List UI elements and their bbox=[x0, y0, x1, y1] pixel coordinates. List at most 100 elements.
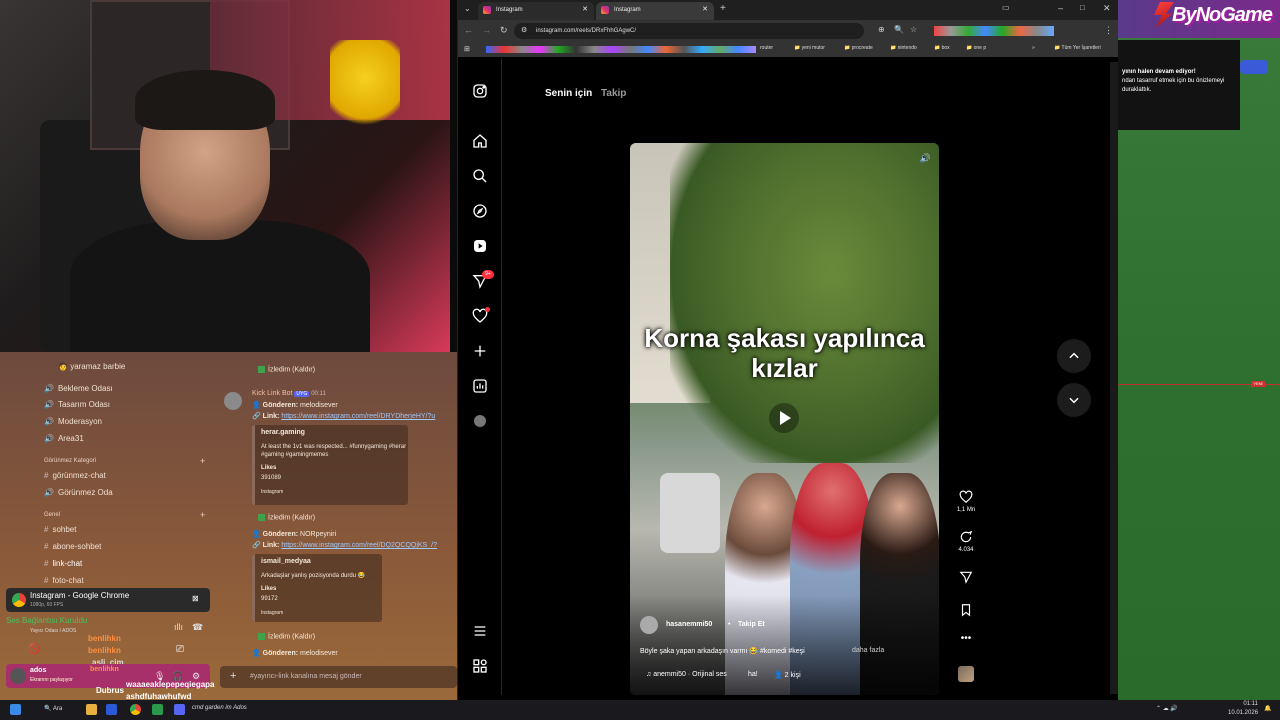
home-icon[interactable] bbox=[472, 133, 488, 149]
app-icon[interactable] bbox=[152, 704, 163, 715]
channel-sohbet[interactable]: # sohbet bbox=[44, 523, 76, 537]
close-tab-icon[interactable]: ✕ bbox=[582, 2, 588, 18]
channel-abone-sohbet[interactable]: # abone-sohbet bbox=[44, 540, 101, 554]
url-input[interactable]: ⚙ instagram.com/reels/DRxFhhGAgwC/ bbox=[514, 23, 864, 39]
follow-button[interactable]: Takip Et bbox=[738, 621, 765, 628]
discord-taskbar-icon[interactable] bbox=[174, 704, 185, 715]
search-icon[interactable] bbox=[472, 168, 488, 184]
bot-name[interactable]: Kick Link Bot bbox=[252, 390, 292, 397]
channel-moderasyon[interactable]: 🔊 Moderasyon bbox=[44, 415, 102, 429]
channel-foto-chat[interactable]: # foto-chat bbox=[44, 574, 84, 588]
star-icon[interactable]: ☆ bbox=[910, 25, 917, 34]
audio-label[interactable]: ♫ anemmi50 · Orijinal ses bbox=[646, 671, 727, 678]
site-info-icon[interactable]: ⚙ bbox=[521, 23, 527, 39]
bookmark-folder[interactable]: 📁 yeni mutor bbox=[794, 45, 825, 51]
instagram-logo-icon[interactable] bbox=[472, 83, 488, 99]
resume-button[interactable] bbox=[1240, 60, 1268, 74]
close-tab-icon[interactable]: ✕ bbox=[702, 2, 708, 18]
back-icon[interactable]: ← bbox=[464, 25, 473, 35]
play-button[interactable] bbox=[769, 403, 799, 433]
embed-author[interactable]: herar.gaming bbox=[261, 429, 305, 436]
avatar[interactable] bbox=[10, 668, 26, 684]
more-bookmarks-icon[interactable]: » bbox=[1032, 45, 1035, 51]
notifications-icon[interactable]: 🔔 bbox=[1264, 705, 1271, 712]
category-general[interactable]: Genel bbox=[44, 512, 60, 518]
bookmark-folder[interactable]: 📁 box bbox=[934, 45, 950, 51]
share-screen-icon[interactable]: ⎚ bbox=[176, 644, 184, 655]
channel-gorunmez-chat[interactable]: # görünmez-chat bbox=[44, 469, 106, 483]
tab-following[interactable]: Takip bbox=[601, 88, 626, 99]
removed-link[interactable]: İzledim (Kaldır) bbox=[258, 514, 315, 521]
bookmark-router[interactable]: router bbox=[760, 45, 773, 51]
channel-area31[interactable]: 🔊 Area31 bbox=[44, 432, 84, 446]
apps-grid-icon[interactable]: ⊞ bbox=[464, 45, 470, 53]
removed-link[interactable]: İzledim (Kaldır) bbox=[258, 633, 315, 640]
like-button[interactable]: 1,1 Mn bbox=[956, 490, 976, 513]
tab-instagram-1[interactable]: Instagram ✕ bbox=[478, 2, 594, 20]
voice-user[interactable]: 🧑 yaramaz barbie bbox=[58, 360, 125, 374]
more-button[interactable]: daha fazla bbox=[852, 647, 884, 654]
channel-gorunmez-oda[interactable]: 🔊 Görünmez Oda bbox=[44, 486, 113, 500]
save-button[interactable] bbox=[956, 603, 976, 620]
zoom-icon[interactable]: 🔍 bbox=[894, 25, 904, 34]
also-from-meta-icon[interactable] bbox=[472, 658, 488, 674]
more-menu-icon[interactable] bbox=[472, 623, 488, 639]
volume-icon[interactable]: 🔊 bbox=[920, 153, 931, 164]
bot-avatar[interactable] bbox=[224, 392, 242, 410]
close-stream-icon[interactable]: ⊠ bbox=[192, 594, 199, 603]
dashboard-icon[interactable] bbox=[472, 378, 488, 394]
add-channel-icon[interactable]: + bbox=[200, 456, 205, 466]
file-explorer-icon[interactable] bbox=[86, 704, 97, 715]
install-icon[interactable]: ⊕ bbox=[878, 25, 885, 34]
stream-preview-bar[interactable]: Instagram - Google Chrome 1080p, 60 FPS … bbox=[6, 588, 210, 612]
comment-button[interactable]: 4.034 bbox=[956, 530, 976, 553]
tab-instagram-2[interactable]: Instagram ✕ bbox=[596, 2, 714, 20]
channel-bekleme[interactable]: 🔊 Bekleme Odası bbox=[44, 382, 113, 396]
channel-tasarim[interactable]: 🔊 Tasarım Odası bbox=[44, 398, 110, 412]
new-tab-icon[interactable]: + bbox=[720, 3, 726, 14]
message-input[interactable]: #yayıncı-link kanalına mesaj gönder bbox=[220, 666, 457, 688]
tab-search-icon[interactable]: ⌄ bbox=[464, 4, 471, 13]
next-reel-button[interactable] bbox=[1057, 383, 1091, 417]
tray-icons[interactable]: ⌃ ☁ 🔊 bbox=[1156, 705, 1178, 712]
attach-plus-icon[interactable]: + bbox=[230, 670, 236, 682]
reel-video[interactable]: Korna şakası yapılınca kızlar 🔊 bbox=[630, 143, 939, 695]
bookmark-folder[interactable]: 📁 procreate bbox=[844, 45, 873, 51]
windows-start-icon[interactable] bbox=[10, 704, 21, 715]
mail-icon[interactable] bbox=[106, 704, 117, 715]
maximize-icon[interactable]: □ bbox=[1080, 3, 1085, 12]
menu-kebab-icon[interactable]: ⋮ bbox=[1104, 25, 1113, 36]
reels-icon[interactable] bbox=[472, 238, 488, 254]
share-button[interactable] bbox=[956, 570, 976, 587]
disconnect-icon[interactable]: ☎ bbox=[192, 622, 203, 633]
profile-icon[interactable]: ▭ bbox=[1002, 3, 1010, 12]
previous-reel-button[interactable] bbox=[1057, 339, 1091, 373]
tab-for-you[interactable]: Senin için bbox=[545, 88, 592, 99]
close-window-icon[interactable]: ✕ bbox=[1103, 3, 1111, 14]
removed-link[interactable]: İzledim (Kaldır) bbox=[258, 366, 315, 373]
minimize-icon[interactable]: – bbox=[1058, 3, 1063, 13]
chrome-taskbar-icon[interactable] bbox=[130, 704, 141, 715]
scrollbar[interactable] bbox=[1110, 62, 1118, 694]
profile-avatar[interactable] bbox=[472, 413, 488, 429]
bookmark-folder[interactable]: 📁 one p bbox=[966, 45, 986, 51]
reel-link[interactable]: https://www.instagram.com/reel/DRYDherje… bbox=[281, 413, 435, 420]
embed-author[interactable]: ismail_medyaa bbox=[261, 558, 311, 565]
category-hidden[interactable]: Görünmez Kategori bbox=[44, 458, 96, 464]
reel-username[interactable]: hasanemmi50 bbox=[666, 621, 712, 628]
taskbar-search[interactable]: 🔍 Ara bbox=[44, 705, 62, 712]
reel-link[interactable]: https://www.instagram.com/reel/DQ2QCQQjK… bbox=[281, 542, 437, 549]
bookmark-folder[interactable]: 📁 nintendo bbox=[890, 45, 917, 51]
add-channel-icon[interactable]: + bbox=[200, 510, 205, 520]
channel-link-chat[interactable]: # link-chat bbox=[44, 557, 82, 571]
create-plus-icon[interactable] bbox=[472, 343, 488, 359]
audio-thumbnail[interactable] bbox=[958, 666, 974, 682]
explore-icon[interactable] bbox=[472, 203, 488, 219]
author-avatar[interactable] bbox=[640, 616, 658, 634]
more-options-icon[interactable]: ••• bbox=[956, 633, 976, 644]
tagged-people[interactable]: 👤 2 kişi bbox=[774, 671, 801, 679]
camera-off-icon[interactable]: 🚫 bbox=[28, 644, 40, 655]
forward-icon[interactable]: → bbox=[482, 25, 491, 35]
all-bookmarks[interactable]: 📁 Tüm Yer İşaretleri bbox=[1054, 45, 1101, 51]
bookmark-favicons[interactable] bbox=[486, 46, 756, 53]
